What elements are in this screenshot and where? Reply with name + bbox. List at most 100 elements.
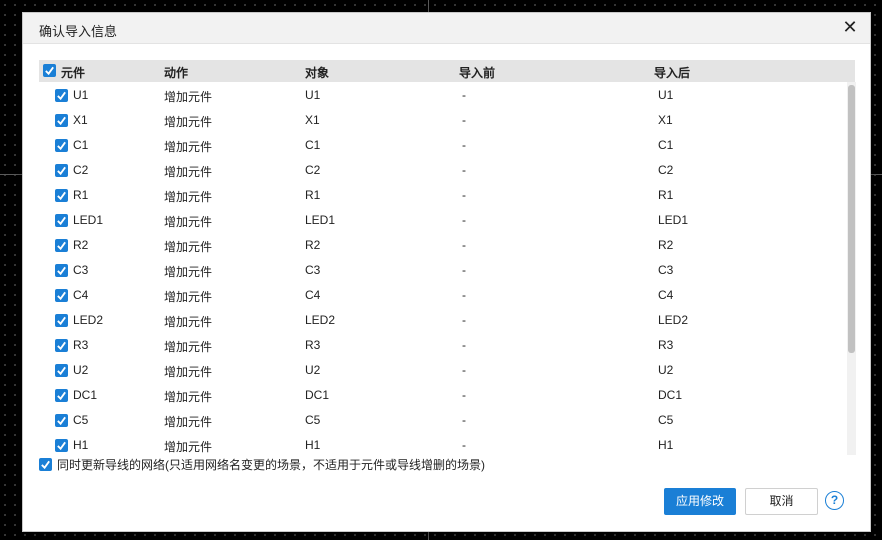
help-icon[interactable]: ? xyxy=(825,491,844,510)
cell-before: - xyxy=(462,138,466,152)
cell-before: - xyxy=(462,263,466,277)
cell-component: X1 xyxy=(73,113,88,127)
cell-action: 增加元件 xyxy=(164,340,213,354)
cell-after: R1 xyxy=(658,188,674,202)
import-table: 元件 动作 对象 导入前 导入后 U1 增加元件 U1 - U1 X1 增加元件 X1 - X1 C… xyxy=(39,60,856,455)
cell-component: R2 xyxy=(73,238,89,252)
header-after[interactable]: 导入后 xyxy=(654,64,690,81)
table-row[interactable]: LED2 增加元件 LED2 - LED2 xyxy=(39,307,847,332)
cell-after: R2 xyxy=(658,238,674,252)
cell-action: 增加元件 xyxy=(164,265,213,279)
row-checkbox[interactable] xyxy=(55,114,68,127)
cell-after: H1 xyxy=(658,438,674,452)
cell-object: U1 xyxy=(305,88,321,102)
row-checkbox[interactable] xyxy=(55,339,68,352)
cell-component: DC1 xyxy=(73,388,98,402)
table-row[interactable]: H1 增加元件 H1 - H1 xyxy=(39,432,847,455)
cell-before: - xyxy=(462,388,466,402)
table-row[interactable]: C2 增加元件 C2 - C2 xyxy=(39,157,847,182)
select-all-checkbox[interactable] xyxy=(43,64,56,77)
table-row[interactable]: R1 增加元件 R1 - R1 xyxy=(39,182,847,207)
scrollbar-thumb[interactable] xyxy=(848,85,855,353)
table-row[interactable]: LED1 增加元件 LED1 - LED1 xyxy=(39,207,847,232)
cell-before: - xyxy=(462,113,466,127)
header-action[interactable]: 动作 xyxy=(164,64,188,81)
cell-component: C5 xyxy=(73,413,89,427)
row-checkbox[interactable] xyxy=(55,414,68,427)
row-checkbox[interactable] xyxy=(55,164,68,177)
table-row[interactable]: U2 增加元件 U2 - U2 xyxy=(39,357,847,382)
row-checkbox[interactable] xyxy=(55,314,68,327)
update-nets-checkbox[interactable] xyxy=(39,458,52,471)
row-checkbox[interactable] xyxy=(55,89,68,102)
row-checkbox[interactable] xyxy=(55,189,68,202)
cell-after: U1 xyxy=(658,88,674,102)
cell-object: C3 xyxy=(305,263,321,277)
cell-before: - xyxy=(462,413,466,427)
cell-before: - xyxy=(462,438,466,452)
cell-before: - xyxy=(462,363,466,377)
row-checkbox[interactable] xyxy=(55,289,68,302)
cell-after: X1 xyxy=(658,113,673,127)
cell-object: X1 xyxy=(305,113,320,127)
cell-after: LED2 xyxy=(658,313,689,327)
cell-object: LED2 xyxy=(305,313,336,327)
header-component[interactable]: 元件 xyxy=(61,64,85,81)
cell-before: - xyxy=(462,213,466,227)
cell-component: C4 xyxy=(73,288,89,302)
cell-component: C3 xyxy=(73,263,89,277)
apply-button[interactable]: 应用修改 xyxy=(664,488,736,515)
cell-action: 增加元件 xyxy=(164,140,213,154)
table-row[interactable]: R3 增加元件 R3 - R3 xyxy=(39,332,847,357)
cell-object: DC1 xyxy=(305,388,330,402)
close-icon[interactable]: ✕ xyxy=(840,17,860,37)
cell-before: - xyxy=(462,163,466,177)
header-before[interactable]: 导入前 xyxy=(459,64,495,81)
cell-after: R3 xyxy=(658,338,674,352)
cell-object: R1 xyxy=(305,188,321,202)
table-row[interactable]: X1 增加元件 X1 - X1 xyxy=(39,107,847,132)
cell-before: - xyxy=(462,338,466,352)
cancel-button[interactable]: 取消 xyxy=(745,488,818,515)
cell-action: 增加元件 xyxy=(164,115,213,129)
cell-action: 增加元件 xyxy=(164,90,213,104)
cell-object: R2 xyxy=(305,238,321,252)
cell-object: R3 xyxy=(305,338,321,352)
row-checkbox[interactable] xyxy=(55,364,68,377)
cell-object: C4 xyxy=(305,288,321,302)
table-body: U1 增加元件 U1- U1 X1 增加元件 X1- X1 C1 增加元件 C1- C1 C2 增加元件 C… xyxy=(39,82,847,455)
table-row[interactable]: C5 增加元件 C5 - C5 xyxy=(39,407,847,432)
cell-object: C2 xyxy=(305,163,321,177)
table-row[interactable]: DC1 增加元件 DC1 - DC1 xyxy=(39,382,847,407)
cell-component: R3 xyxy=(73,338,89,352)
dialog-titlebar: 确认导入信息 ✕ xyxy=(23,13,870,44)
cell-component: H1 xyxy=(73,438,89,452)
cell-component: U1 xyxy=(73,88,89,102)
cell-component: LED1 xyxy=(73,213,104,227)
cell-after: C5 xyxy=(658,413,674,427)
cell-action: 增加元件 xyxy=(164,215,213,229)
cell-object: C5 xyxy=(305,413,321,427)
table-row[interactable]: C4 增加元件 C4 - C4 xyxy=(39,282,847,307)
cell-after: C2 xyxy=(658,163,674,177)
table-row[interactable]: C3 增加元件 C3 - C3 xyxy=(39,257,847,282)
header-object[interactable]: 对象 xyxy=(305,64,329,81)
row-checkbox[interactable] xyxy=(55,214,68,227)
cell-action: 增加元件 xyxy=(164,165,213,179)
table-row[interactable]: U1 增加元件 U1 - U1 xyxy=(39,82,847,107)
cell-object: U2 xyxy=(305,363,321,377)
row-checkbox[interactable] xyxy=(55,439,68,452)
cell-object: C1 xyxy=(305,138,321,152)
row-checkbox[interactable] xyxy=(55,264,68,277)
row-checkbox[interactable] xyxy=(55,389,68,402)
cell-before: - xyxy=(462,238,466,252)
cell-action: 增加元件 xyxy=(164,440,213,454)
cell-before: - xyxy=(462,188,466,202)
row-checkbox[interactable] xyxy=(55,239,68,252)
cell-action: 增加元件 xyxy=(164,415,213,429)
table-row[interactable]: C1 增加元件 C1 - C1 xyxy=(39,132,847,157)
table-row[interactable]: R2 增加元件 R2 - R2 xyxy=(39,232,847,257)
cell-before: - xyxy=(462,313,466,327)
row-checkbox[interactable] xyxy=(55,139,68,152)
table-scrollbar[interactable] xyxy=(847,82,856,455)
